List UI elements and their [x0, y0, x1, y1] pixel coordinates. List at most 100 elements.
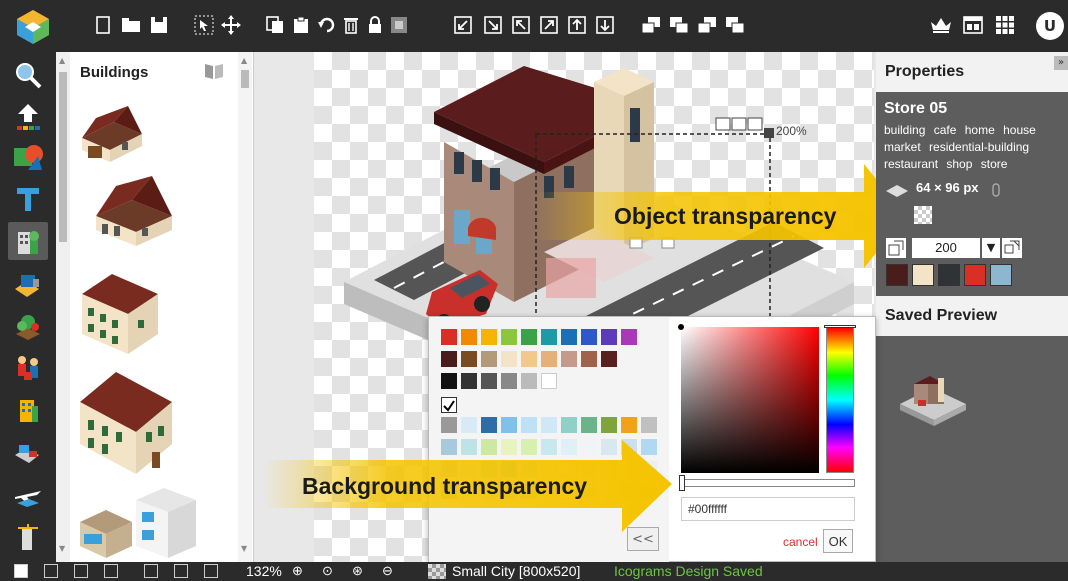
tag[interactable]: shop: [946, 157, 972, 171]
buildings-category-icon[interactable]: [8, 222, 48, 260]
more-categories-icon[interactable]: [8, 518, 48, 556]
hex-color-input[interactable]: #00ffffff: [681, 497, 855, 521]
people-icon[interactable]: [8, 350, 48, 388]
palette-color[interactable]: [581, 329, 597, 345]
app-logo[interactable]: [14, 8, 52, 46]
new-file-icon[interactable]: [92, 14, 114, 36]
object-zoom-dropdown[interactable]: ▼: [982, 238, 1000, 258]
user-avatar[interactable]: U: [1036, 12, 1064, 40]
sv-cursor[interactable]: [678, 324, 684, 330]
align-bottom-left-icon[interactable]: [452, 14, 474, 36]
palette-color[interactable]: [641, 417, 657, 433]
palette-color[interactable]: [581, 351, 597, 367]
cancel-link[interactable]: cancel: [783, 535, 818, 549]
open-folder-icon[interactable]: [120, 14, 142, 36]
color-swatch-1[interactable]: [886, 264, 908, 286]
palette-color[interactable]: [581, 417, 597, 433]
palette-color[interactable]: [461, 351, 477, 367]
bring-to-front-icon[interactable]: [566, 14, 588, 36]
transparent-checkbox[interactable]: [441, 397, 457, 413]
delete-icon[interactable]: [340, 14, 362, 36]
palette-color[interactable]: [621, 329, 637, 345]
palette-color[interactable]: [501, 351, 517, 367]
color-swatch-4[interactable]: [964, 264, 986, 286]
tag[interactable]: home: [965, 123, 995, 137]
library-item-building-3[interactable]: [78, 268, 162, 360]
align-top-right-icon[interactable]: [538, 14, 560, 36]
palette-color[interactable]: [601, 417, 617, 433]
search-icon[interactable]: [8, 56, 48, 94]
library-scrollbar-right[interactable]: ▲ ▼: [238, 52, 252, 562]
palette-color[interactable]: [561, 417, 577, 433]
city-objects-icon[interactable]: [8, 392, 48, 430]
palette-color[interactable]: [441, 417, 457, 433]
text-tool-icon[interactable]: [8, 180, 48, 218]
saved-preview-thumbnail[interactable]: [898, 370, 968, 434]
link-icon[interactable]: [992, 182, 1000, 201]
saturation-value-field[interactable]: [681, 327, 819, 473]
palette-color[interactable]: [501, 329, 517, 345]
tag[interactable]: residential-building: [929, 140, 1029, 154]
view-grid-6-icon[interactable]: [174, 564, 188, 578]
hue-handle[interactable]: [824, 325, 856, 328]
layer-arrange-1-icon[interactable]: [640, 14, 662, 36]
color-swatch-2[interactable]: [912, 264, 934, 286]
book-icon[interactable]: [204, 62, 224, 80]
paste-icon[interactable]: [290, 14, 312, 36]
palette-color[interactable]: [521, 329, 537, 345]
send-to-back-icon[interactable]: [594, 14, 616, 36]
view-grid-1-icon[interactable]: [14, 564, 28, 578]
shapes-icon[interactable]: [8, 138, 48, 176]
select-tool-icon[interactable]: [193, 14, 215, 36]
view-grid-5-icon[interactable]: [144, 564, 158, 578]
palette-color[interactable]: [521, 373, 537, 389]
palette-color[interactable]: [481, 351, 497, 367]
palette-color[interactable]: [481, 417, 497, 433]
save-icon[interactable]: [148, 14, 170, 36]
palette-color[interactable]: [541, 329, 557, 345]
align-bottom-right-icon[interactable]: [482, 14, 504, 36]
palette-color[interactable]: [461, 329, 477, 345]
palette-color[interactable]: [441, 373, 457, 389]
layout-icon[interactable]: [962, 14, 984, 36]
library-item-building-4[interactable]: [76, 364, 176, 480]
tag[interactable]: cafe: [934, 123, 957, 137]
tag[interactable]: store: [981, 157, 1008, 171]
canvas-background-icon[interactable]: [428, 564, 446, 579]
airplane-icon[interactable]: [8, 476, 48, 514]
group-icon[interactable]: [388, 14, 410, 36]
undo-icon[interactable]: [316, 14, 338, 36]
zoom-out-icon[interactable]: ⊖: [382, 563, 393, 579]
library-item-building-1[interactable]: [78, 100, 146, 168]
palette-color[interactable]: [561, 329, 577, 345]
align-top-left-icon[interactable]: [510, 14, 532, 36]
copy-icon[interactable]: [264, 14, 286, 36]
palette-color[interactable]: [481, 373, 497, 389]
palette-color[interactable]: [601, 329, 617, 345]
palette-color[interactable]: [461, 417, 477, 433]
zoom-out-object-icon[interactable]: [886, 238, 906, 258]
layer-arrange-4-icon[interactable]: [724, 14, 746, 36]
ok-button[interactable]: OK: [823, 529, 853, 553]
library-item-building-5[interactable]: [76, 486, 200, 562]
palette-color[interactable]: [441, 351, 457, 367]
color-swatch-5[interactable]: [990, 264, 1012, 286]
palette-color[interactable]: [521, 351, 537, 367]
view-grid-3-icon[interactable]: [74, 564, 88, 578]
hue-slider[interactable]: [826, 327, 854, 473]
layer-arrange-3-icon[interactable]: [696, 14, 718, 36]
palette-color[interactable]: [601, 351, 617, 367]
crown-icon[interactable]: [930, 14, 952, 36]
upload-icon[interactable]: [8, 98, 48, 136]
layer-arrange-2-icon[interactable]: [668, 14, 690, 36]
view-grid-4-icon[interactable]: [104, 564, 118, 578]
document-name[interactable]: Small City [800x520]: [452, 563, 580, 579]
palette-color[interactable]: [621, 417, 637, 433]
tag[interactable]: market: [884, 140, 921, 154]
palette-color[interactable]: [541, 351, 557, 367]
palette-color[interactable]: [541, 417, 557, 433]
view-grid-7-icon[interactable]: [204, 564, 218, 578]
vehicles-icon[interactable]: [8, 434, 48, 472]
object-transparency-swatch[interactable]: [914, 206, 932, 224]
tag[interactable]: house: [1003, 123, 1036, 137]
